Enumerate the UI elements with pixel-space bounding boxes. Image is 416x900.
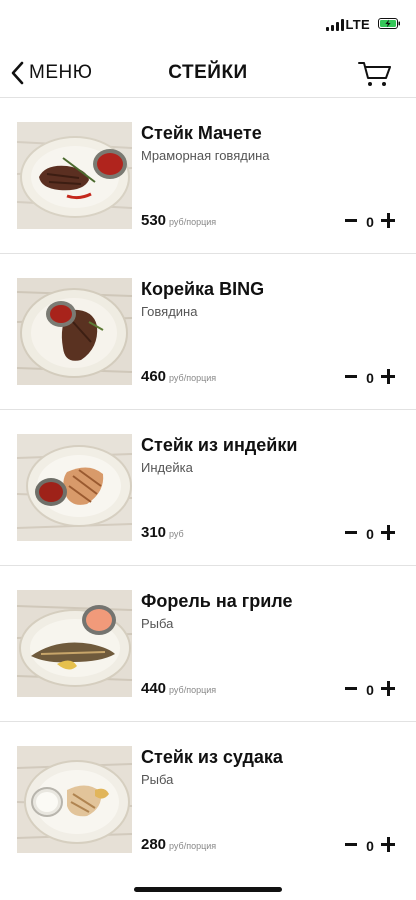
quantity-value: 0 <box>366 682 374 698</box>
home-indicator[interactable] <box>134 887 282 892</box>
price-unit: руб/порция <box>169 841 217 851</box>
dish-row[interactable]: Стейк Мачете Мраморная говядина 530 руб/п… <box>0 98 416 254</box>
quantity-value: 0 <box>366 526 374 542</box>
minus-icon[interactable] <box>343 367 361 385</box>
dish-photo <box>17 746 132 853</box>
dish-row[interactable]: Стейк из индейки Индейка 310 руб 0 <box>0 410 416 566</box>
dish-name: Корейка BING <box>141 279 265 299</box>
dish-price: 530 руб/порция <box>141 212 216 230</box>
quantity-value: 0 <box>366 214 374 230</box>
dish-name: Форель на гриле <box>141 591 293 611</box>
quantity-stepper: 0 <box>343 676 397 700</box>
minus-icon[interactable] <box>343 679 361 697</box>
minus-icon[interactable] <box>343 523 361 541</box>
quantity-stepper: 0 <box>343 520 397 544</box>
quantity-value: 0 <box>366 838 374 854</box>
battery-charging-icon <box>378 18 400 29</box>
plus-icon[interactable] <box>379 367 397 385</box>
plus-icon[interactable] <box>379 835 397 853</box>
price-value: 280 <box>141 836 167 853</box>
dish-list: Стейк Мачете Мраморная говядина 530 руб/п… <box>0 98 416 877</box>
dish-price: 310 руб <box>141 524 184 542</box>
plus-icon[interactable] <box>379 679 397 697</box>
price-unit: руб/порция <box>169 217 217 227</box>
plus-icon[interactable] <box>379 211 397 229</box>
minus-icon[interactable] <box>343 835 361 853</box>
dish-photo <box>17 434 132 541</box>
dish-subtitle: Говядина <box>141 304 198 319</box>
dish-name: Стейк из судака <box>141 747 283 767</box>
dish-photo <box>17 278 132 385</box>
price-unit: руб/порция <box>169 685 217 695</box>
price-unit: руб <box>169 529 184 539</box>
nav-bar: МЕНЮ СТЕЙКИ <box>0 50 416 98</box>
dish-row[interactable]: Стейк из судака Рыба 280 руб/порция 0 <box>0 722 416 877</box>
price-value: 460 <box>141 368 167 385</box>
dish-name: Стейк из индейки <box>141 435 298 455</box>
dish-photo <box>17 122 132 229</box>
price-value: 530 <box>141 212 167 229</box>
price-value: 310 <box>141 524 167 541</box>
quantity-stepper: 0 <box>343 832 397 856</box>
page-title: СТЕЙКИ <box>168 62 248 83</box>
dish-subtitle: Рыба <box>141 616 174 631</box>
dish-subtitle: Рыба <box>141 772 174 787</box>
dish-photo <box>17 590 132 697</box>
status-bar: LTE <box>0 0 416 50</box>
quantity-stepper: 0 <box>343 364 397 388</box>
price-unit: руб/порция <box>169 373 217 383</box>
quantity-value: 0 <box>366 370 374 386</box>
price-value: 440 <box>141 680 167 697</box>
dish-subtitle: Мраморная говядина <box>141 148 270 163</box>
signal-icon <box>326 19 344 31</box>
plus-icon[interactable] <box>379 523 397 541</box>
dish-row[interactable]: Форель на гриле Рыба 440 руб/порция 0 <box>0 566 416 722</box>
dish-price: 280 руб/порция <box>141 836 216 854</box>
dish-price: 440 руб/порция <box>141 680 216 698</box>
dish-price: 460 руб/порция <box>141 368 216 386</box>
dish-subtitle: Индейка <box>141 460 193 475</box>
cart-icon[interactable] <box>358 60 392 88</box>
minus-icon[interactable] <box>343 211 361 229</box>
network-label: LTE <box>345 17 370 32</box>
dish-row[interactable]: Корейка BING Говядина 460 руб/порция 0 <box>0 254 416 410</box>
quantity-stepper: 0 <box>343 208 397 232</box>
dish-name: Стейк Мачете <box>141 123 262 143</box>
